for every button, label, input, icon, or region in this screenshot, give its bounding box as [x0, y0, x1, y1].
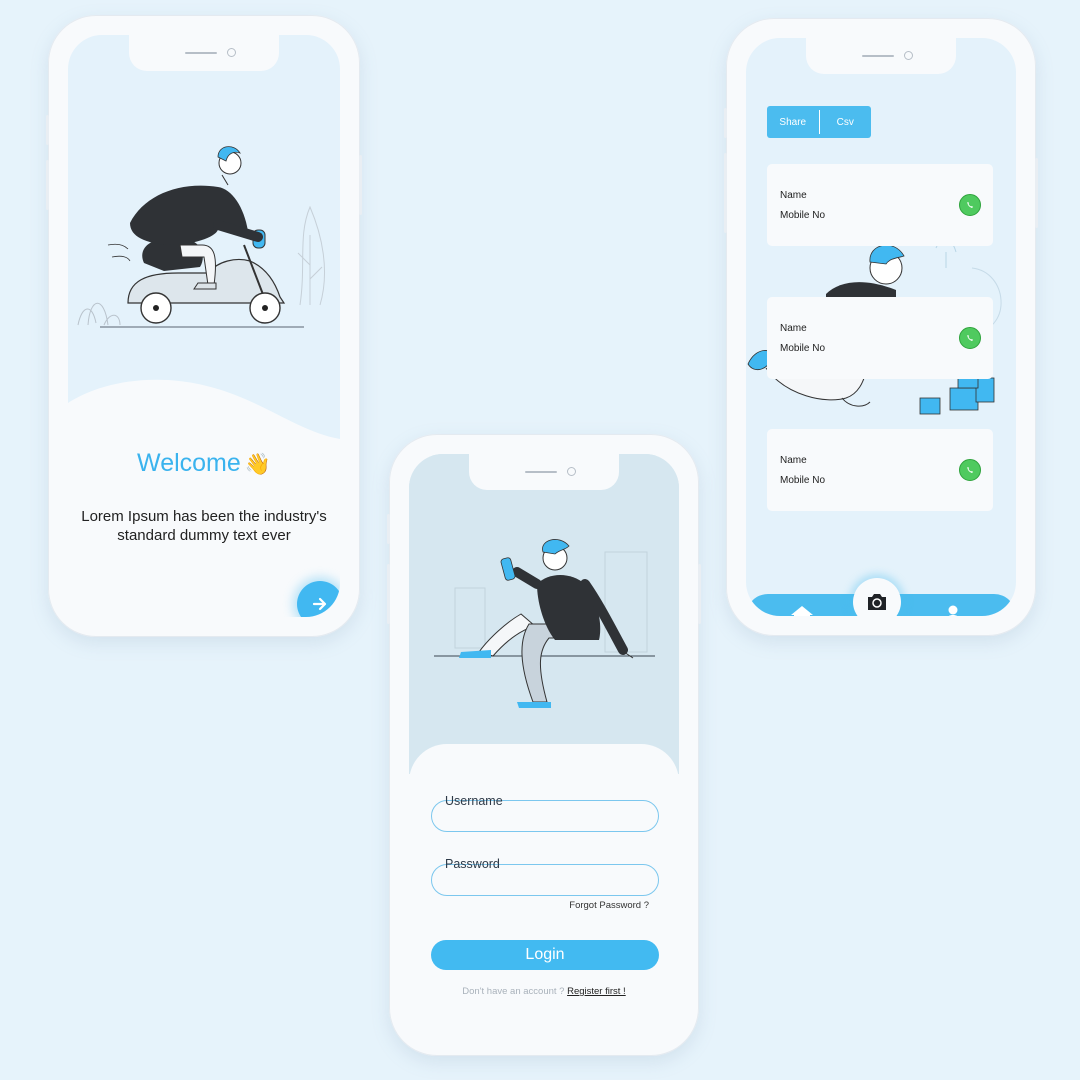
arrow-right-icon — [312, 597, 327, 611]
contact-name-label: Name — [780, 455, 807, 466]
next-button[interactable] — [297, 581, 340, 617]
share-csv-toggle: Share Csv — [767, 106, 871, 138]
login-button[interactable]: Login — [431, 940, 659, 970]
no-account-text: Don't have an account ? — [462, 986, 565, 997]
contact-card[interactable]: Name Mobile No — [767, 429, 993, 511]
contact-mobile-label: Mobile No — [780, 210, 826, 221]
phone-notch — [469, 454, 619, 490]
contact-name-label: Name — [780, 190, 807, 201]
whatsapp-icon[interactable] — [959, 194, 981, 216]
share-button[interactable]: Share — [767, 117, 819, 128]
register-link[interactable]: Register first ! — [567, 986, 626, 997]
camera-button[interactable] — [853, 578, 901, 616]
scooter-illustration — [68, 35, 340, 439]
login-screen: Username Password Forgot Password ? Logi… — [409, 454, 679, 1036]
sitting-man-illustration — [409, 454, 679, 774]
welcome-title-text: Welcome — [137, 449, 241, 477]
register-prompt: Don't have an account ? Register first ! — [409, 986, 679, 997]
password-label: Password — [445, 857, 500, 871]
home-icon[interactable] — [790, 604, 814, 616]
whatsapp-icon[interactable] — [959, 459, 981, 481]
user-icon[interactable] — [944, 605, 962, 616]
contact-card[interactable]: Name Mobile No — [767, 297, 993, 379]
phone-login-screen: Username Password Forgot Password ? Logi… — [387, 434, 701, 1056]
phone-notch — [129, 35, 279, 71]
welcome-title: Welcome 👋 — [68, 449, 340, 478]
whatsapp-icon[interactable] — [959, 327, 981, 349]
username-label: Username — [445, 794, 503, 808]
waving-hand-icon: 👋 — [244, 453, 271, 476]
contact-name-label: Name — [780, 323, 807, 334]
phone-contacts-screen: Share Csv Name Mobile No Name Mobile No … — [724, 18, 1038, 636]
camera-icon — [868, 594, 886, 610]
login-form-card: Username Password Forgot Password ? Logi… — [409, 744, 679, 1036]
contact-mobile-label: Mobile No — [780, 475, 826, 486]
welcome-screen: Welcome 👋 Lorem Ipsum has been the indust… — [68, 35, 340, 617]
phone-welcome-screen: Welcome 👋 Lorem Ipsum has been the indust… — [46, 15, 362, 637]
welcome-subtitle: Lorem Ipsum has been the industry's stan… — [81, 508, 327, 544]
contact-card[interactable]: Name Mobile No — [767, 164, 993, 246]
forgot-password-link[interactable]: Forgot Password ? — [569, 900, 649, 911]
csv-button[interactable]: Csv — [820, 117, 872, 128]
contacts-screen: Share Csv Name Mobile No Name Mobile No … — [746, 38, 1016, 616]
phone-notch — [806, 38, 956, 74]
contact-mobile-label: Mobile No — [780, 343, 826, 354]
